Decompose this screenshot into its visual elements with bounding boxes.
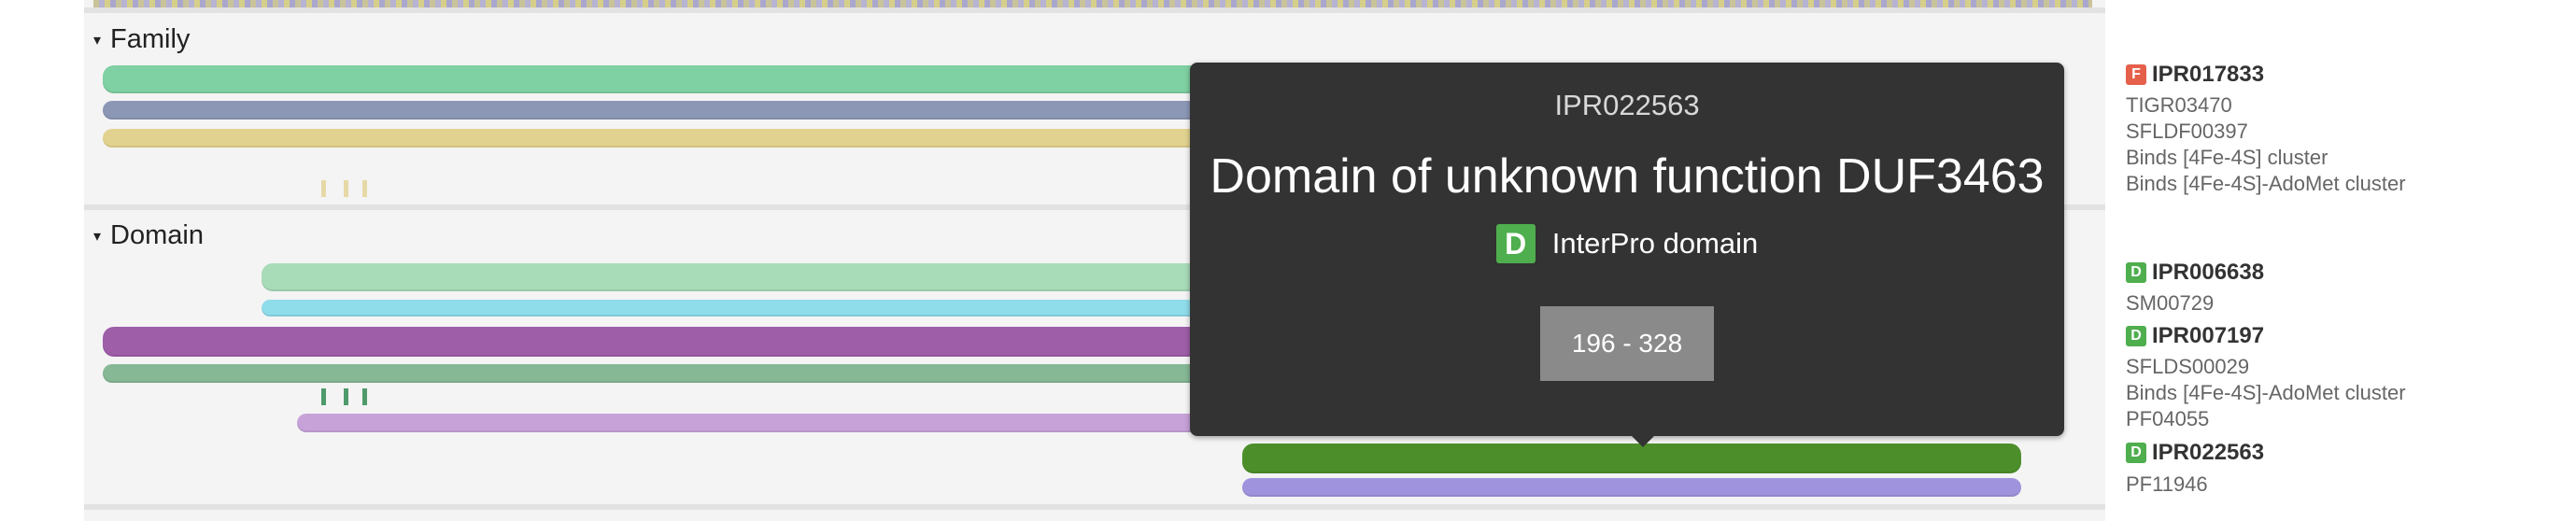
section-divider <box>84 504 2105 510</box>
site-marker[interactable] <box>344 388 348 405</box>
site-marker[interactable] <box>321 388 326 405</box>
legend-member[interactable]: SFLDF00397 <box>2126 120 2248 144</box>
caret-down-icon: ▾ <box>93 229 102 246</box>
domain-track-sm00729[interactable] <box>262 300 1212 317</box>
family-track-ipr017833[interactable] <box>103 65 1212 93</box>
domain-track-ipr007197[interactable] <box>103 327 1212 357</box>
family-badge-icon: F <box>2126 64 2146 85</box>
domain-track-ipr022563[interactable] <box>1242 444 2021 473</box>
tooltip-accession[interactable]: IPR022563 <box>1190 89 2064 122</box>
domain-track-pf11946[interactable] <box>1242 478 2021 497</box>
legend-accession: IPR007197 <box>2152 323 2265 348</box>
legend-entry-ipr006638[interactable]: D IPR006638 <box>2126 260 2264 286</box>
tooltip-entry-name: Domain of unknown function DUF3463 <box>1210 149 2045 204</box>
legend-accession: IPR022563 <box>2152 440 2265 465</box>
legend-entry-ipr017833[interactable]: F IPR017833 <box>2126 62 2264 88</box>
legend-accession: IPR017833 <box>2152 62 2265 87</box>
entry-tooltip: IPR022563 Domain of unknown function DUF… <box>1190 63 2064 447</box>
tooltip-entry-type: D InterPro domain <box>1190 224 2064 263</box>
residue-strip <box>93 0 2092 7</box>
tooltip-location-range: 196 - 328 <box>1540 306 1714 381</box>
site-marker[interactable] <box>344 180 348 197</box>
domain-badge-icon: D <box>2126 326 2146 346</box>
family-track-tigr03470[interactable] <box>103 101 1212 120</box>
domain-track-ipr006638[interactable] <box>262 263 1212 291</box>
family-section-toggle[interactable]: ▾ Family <box>93 24 190 55</box>
tooltip-type-label: InterPro domain <box>1551 227 1759 260</box>
domain-type-icon: D <box>1495 224 1536 263</box>
section-divider <box>84 7 2105 13</box>
legend-member[interactable]: TIGR03470 <box>2126 93 2232 118</box>
legend-entry-ipr007197[interactable]: D IPR007197 <box>2126 323 2264 349</box>
family-track-sfldf00397[interactable] <box>103 129 1212 148</box>
legend-member[interactable]: SFLDS00029 <box>2126 355 2249 379</box>
domain-badge-icon: D <box>2126 262 2146 283</box>
legend-member[interactable]: Binds [4Fe-4S]-AdoMet cluster <box>2126 381 2406 405</box>
domain-track-pf04055[interactable] <box>297 414 1212 432</box>
legend-accession: IPR006638 <box>2152 260 2265 285</box>
site-marker[interactable] <box>321 180 326 197</box>
legend-member[interactable]: PF04055 <box>2126 407 2209 431</box>
legend-member[interactable]: Binds [4Fe-4S] cluster <box>2126 146 2328 170</box>
domain-track-sflds00029[interactable] <box>103 364 1212 383</box>
domain-badge-icon: D <box>2126 443 2146 463</box>
legend-entry-ipr022563[interactable]: D IPR022563 <box>2126 440 2264 466</box>
domain-section-title: Domain <box>110 220 204 250</box>
site-marker[interactable] <box>362 388 367 405</box>
family-section-title: Family <box>110 24 191 54</box>
domain-section-toggle[interactable]: ▾ Domain <box>93 220 204 251</box>
legend-member[interactable]: Binds [4Fe-4S]-AdoMet cluster <box>2126 172 2406 196</box>
legend-member[interactable]: PF11946 <box>2126 472 2208 497</box>
legend-member[interactable]: SM00729 <box>2126 291 2214 316</box>
tooltip-pointer <box>1632 436 1654 447</box>
caret-down-icon: ▾ <box>93 33 102 49</box>
site-marker[interactable] <box>362 180 367 197</box>
